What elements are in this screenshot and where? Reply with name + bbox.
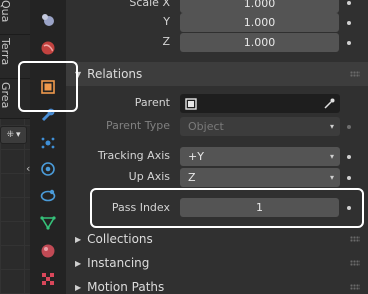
parent-type-label: Parent Type (106, 119, 170, 132)
chevron-down-icon: ▾ (329, 152, 334, 161)
material-icon (41, 244, 55, 258)
parent-field[interactable] (180, 94, 340, 113)
tab-material[interactable] (37, 240, 59, 262)
drag-grip-icon[interactable] (350, 260, 360, 266)
up-axis-dropdown[interactable]: Z ▾ (180, 168, 340, 187)
drag-grip-icon[interactable] (350, 284, 360, 290)
scale-y-label: Y (163, 15, 170, 28)
physics-icon (41, 162, 55, 176)
collections-header[interactable]: ▶ Collections (66, 227, 368, 251)
keyframe-dot-icon[interactable] (347, 21, 351, 25)
tab-quick[interactable]: Qua (0, 0, 12, 22)
scale-x-value: 1.000 (243, 0, 276, 10)
tab-object-data[interactable] (37, 9, 59, 31)
collapsed-triangle-icon: ▶ (75, 258, 82, 268)
scale-z-field[interactable]: 1.000 (180, 33, 339, 52)
collapsed-triangle-icon: ▶ (75, 282, 82, 292)
relations-header[interactable]: ▼ Relations (66, 62, 368, 86)
up-axis-label: Up Axis (128, 170, 170, 183)
grid-icon: ⁜ (6, 130, 14, 140)
collections-title: Collections (87, 232, 153, 246)
object-icon (185, 97, 197, 110)
up-axis-value: Z (188, 171, 196, 184)
tab-grea[interactable]: Grea (0, 82, 12, 108)
view-mode-dropdown[interactable]: ⁜ ▾ (0, 126, 27, 144)
parent-type-dropdown[interactable]: Object ▾ (180, 117, 340, 136)
particles-icon (41, 137, 55, 149)
scale-y-field[interactable]: 1.000 (180, 13, 339, 32)
drag-grip-icon[interactable] (350, 236, 360, 242)
relations-title: Relations (87, 67, 143, 81)
scale-z-label: Z (162, 35, 170, 48)
parent-type-value: Object (188, 120, 224, 133)
instancing-title: Instancing (87, 256, 150, 270)
motion-paths-title: Motion Paths (87, 280, 165, 294)
keyframe-dot-icon[interactable] (347, 1, 351, 5)
keyframe-dot-icon[interactable] (347, 125, 351, 129)
chevron-down-icon: ▾ (329, 122, 334, 131)
shapes-icon (42, 14, 54, 26)
tab-constraints[interactable] (37, 184, 59, 206)
keyframe-dot-icon[interactable] (347, 41, 351, 45)
properties-tab-bar (30, 0, 66, 294)
tab-particles[interactable] (37, 132, 59, 154)
instancing-header[interactable]: ▶ Instancing (66, 251, 368, 275)
tab-physics[interactable] (37, 158, 59, 180)
object-tab-highlight (18, 61, 78, 112)
collapsed-triangle-icon: ▶ (75, 234, 82, 244)
tracking-axis-label: Tracking Axis (97, 149, 170, 162)
keyframe-dot-icon[interactable] (347, 155, 351, 159)
drag-grip-icon[interactable] (350, 71, 360, 77)
chevron-down-icon: ▾ (329, 173, 334, 182)
parent-label: Parent (134, 96, 170, 109)
texture-icon (42, 273, 54, 285)
viewport-grid[interactable] (0, 118, 30, 294)
tab-divider (0, 34, 30, 35)
motion-paths-header[interactable]: ▶ Motion Paths (66, 275, 368, 294)
scale-x-field[interactable]: 1.000 (180, 0, 339, 13)
tab-terra[interactable]: Terra (0, 38, 12, 65)
scale-z-value: 1.000 (243, 36, 276, 49)
tab-world[interactable] (37, 37, 59, 59)
tab-texture[interactable] (37, 268, 59, 290)
mesh-data-icon (40, 216, 56, 230)
world-icon (41, 41, 55, 55)
scale-y-value: 1.000 (243, 16, 276, 29)
constraints-icon (40, 189, 56, 202)
keyframe-dot-icon[interactable] (347, 176, 351, 180)
eyedropper-icon[interactable] (323, 97, 336, 110)
scale-x-label: Scale X (129, 0, 170, 9)
tab-data[interactable] (37, 212, 59, 234)
tracking-axis-dropdown[interactable]: +Y ▾ (180, 147, 340, 166)
chevron-down-icon: ▾ (16, 130, 21, 140)
tracking-axis-value: +Y (188, 150, 204, 163)
pass-index-highlight (90, 188, 364, 228)
